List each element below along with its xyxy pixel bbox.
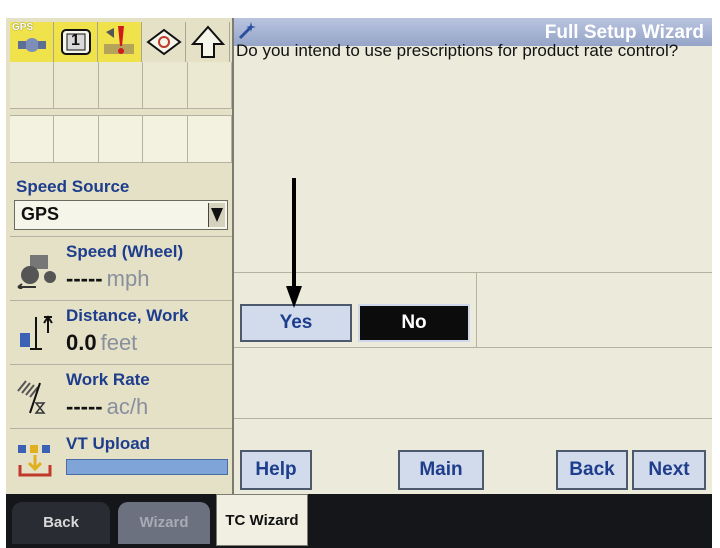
metric-label: Work Rate — [66, 370, 150, 389]
tab-tc-wizard[interactable]: TC Wizard — [216, 494, 308, 546]
grid-cell[interactable] — [143, 116, 188, 162]
speed-source-value: GPS — [21, 204, 60, 224]
dropdown-arrow-icon[interactable] — [208, 203, 225, 227]
metric-label: Speed (Wheel) — [66, 242, 184, 261]
up-arrow-icon[interactable] — [186, 22, 230, 62]
metric-label: VT Upload — [66, 434, 151, 453]
tab-wizard[interactable]: Wizard — [118, 502, 210, 544]
grid-cell[interactable] — [187, 116, 233, 162]
section-control-icon[interactable]: 1 — [54, 22, 98, 62]
help-button[interactable]: Help — [240, 450, 312, 490]
next-button[interactable]: Next — [632, 450, 706, 490]
vt-upload-metric[interactable]: VT Upload — [10, 428, 232, 495]
metric-unit: ac/h — [106, 394, 149, 419]
left-status-panel: GPS 1 Speed Source GPS Speed (Wheel) ---… — [6, 18, 234, 494]
metric-number: 0.0 — [66, 330, 97, 355]
grid-cell[interactable] — [143, 62, 188, 108]
answer-divider-top — [234, 272, 712, 273]
grid-cell[interactable] — [10, 62, 55, 108]
answer-divider-vertical — [476, 272, 477, 347]
speed-source-select[interactable]: GPS — [14, 200, 228, 230]
vt-upload-icon — [18, 445, 52, 477]
grid-cell[interactable] — [54, 116, 99, 162]
no-button[interactable]: No — [358, 304, 470, 342]
speed-source-label: Speed Source — [16, 177, 130, 196]
gps-label: GPS — [12, 22, 34, 33]
status-icon-row: GPS 1 — [10, 22, 232, 62]
status-grid-row-2 — [10, 115, 233, 163]
tab-back[interactable]: Back — [12, 502, 110, 544]
speed-wheel-metric[interactable]: Speed (Wheel) ----- mph — [10, 236, 232, 299]
status-grid-row-1 — [10, 62, 233, 109]
metric-number: ----- — [66, 266, 103, 291]
metric-label: Distance, Work — [66, 306, 189, 325]
metric-value: ----- ac/h — [66, 394, 148, 420]
distance-work-icon — [20, 315, 53, 350]
answer-divider-bottom — [234, 347, 712, 348]
tractor-speed-icon — [17, 255, 56, 289]
bottom-tab-bar: Back Wizard TC Wizard — [6, 494, 712, 548]
distance-work-metric[interactable]: Distance, Work 0.0 feet — [10, 300, 232, 363]
footer-divider — [234, 418, 712, 419]
wizard-wand-icon — [238, 22, 256, 40]
metric-unit: feet — [100, 330, 138, 355]
work-rate-metric[interactable]: Work Rate ----- ac/h — [10, 364, 232, 427]
section-count: 1 — [71, 32, 80, 49]
back-button[interactable]: Back — [556, 450, 628, 490]
metric-number: ----- — [66, 394, 103, 419]
book-recording-icon[interactable] — [142, 22, 186, 62]
annotation-down-arrow-icon — [286, 178, 302, 308]
metric-value: 0.0 feet — [66, 330, 137, 356]
grid-cell[interactable] — [187, 62, 233, 108]
grid-cell[interactable] — [54, 62, 99, 108]
metric-unit: mph — [106, 266, 150, 291]
work-rate-icon — [17, 380, 46, 414]
grid-cell[interactable] — [98, 62, 144, 108]
gps-status-icon[interactable]: GPS — [10, 22, 54, 62]
grid-cell[interactable] — [10, 116, 55, 162]
wizard-question: Do you intend to use prescriptions for p… — [236, 41, 679, 60]
metric-value: ----- mph — [66, 266, 149, 292]
main-button[interactable]: Main — [398, 450, 484, 490]
vt-upload-progress-bar — [66, 459, 228, 475]
grid-cell[interactable] — [98, 116, 144, 162]
terminal-screen: GPS 1 Speed Source GPS Speed (Wheel) ---… — [6, 18, 712, 548]
alarm-warning-icon[interactable] — [98, 22, 142, 62]
wizard-panel: Full Setup Wizard Do you intend to use p… — [234, 18, 712, 494]
